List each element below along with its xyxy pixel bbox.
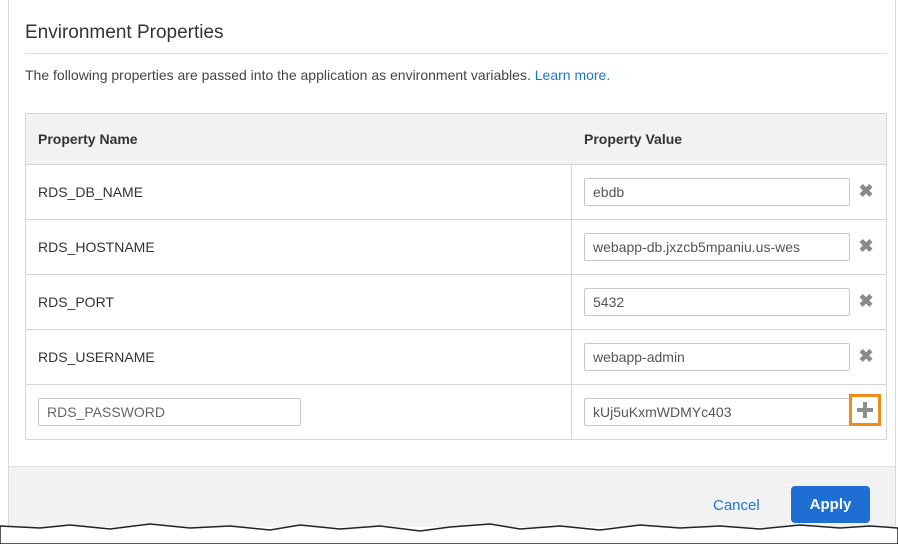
table-row: RDS_HOSTNAME webapp-db.jxzcb5mpaniu.us-w… bbox=[26, 220, 886, 275]
property-name: RDS_HOSTNAME bbox=[38, 239, 155, 255]
remove-icon[interactable]: ✖ bbox=[856, 346, 876, 366]
dialog-footer: Cancel Apply bbox=[9, 466, 895, 527]
torn-edge bbox=[0, 523, 898, 544]
new-property-value-input[interactable]: kUj5uKxmWDMYc403 bbox=[584, 398, 850, 426]
panel-title: Environment Properties bbox=[25, 22, 224, 43]
table-row: RDS_PORT 5432 ✖ bbox=[26, 275, 886, 330]
plus-icon bbox=[857, 402, 873, 418]
property-value-input[interactable]: ebdb bbox=[584, 178, 850, 206]
description-text: The following properties are passed into… bbox=[25, 67, 531, 83]
table-row: RDS_DB_NAME ebdb ✖ bbox=[26, 165, 886, 220]
new-property-name-input[interactable]: RDS_PASSWORD bbox=[38, 398, 301, 426]
remove-icon[interactable]: ✖ bbox=[856, 291, 876, 311]
title-divider bbox=[25, 53, 887, 54]
header-property-value: Property Value bbox=[584, 131, 683, 147]
property-name: RDS_DB_NAME bbox=[38, 184, 144, 200]
header-property-name: Property Name bbox=[38, 131, 138, 147]
learn-more-link[interactable]: Learn more. bbox=[535, 67, 610, 83]
new-property-row: RDS_PASSWORD kUj5uKxmWDMYc403 bbox=[26, 385, 886, 439]
remove-icon[interactable]: ✖ bbox=[856, 181, 876, 201]
properties-table: Property Name Property Value RDS_DB_NAME… bbox=[25, 113, 887, 440]
property-name: RDS_PORT bbox=[38, 294, 114, 310]
cancel-button[interactable]: Cancel bbox=[713, 497, 760, 514]
add-property-button[interactable] bbox=[849, 394, 881, 426]
table-header: Property Name Property Value bbox=[26, 114, 886, 165]
table-row: RDS_USERNAME webapp-admin ✖ bbox=[26, 330, 886, 385]
environment-properties-panel: Environment Properties The following pro… bbox=[8, 0, 896, 527]
apply-button[interactable]: Apply bbox=[791, 486, 870, 523]
property-value-input[interactable]: webapp-admin bbox=[584, 343, 850, 371]
property-name: RDS_USERNAME bbox=[38, 349, 155, 365]
property-value-input[interactable]: 5432 bbox=[584, 288, 850, 316]
panel-description: The following properties are passed into… bbox=[25, 67, 610, 83]
remove-icon[interactable]: ✖ bbox=[856, 236, 876, 256]
property-value-input[interactable]: webapp-db.jxzcb5mpaniu.us-wes bbox=[584, 233, 850, 261]
